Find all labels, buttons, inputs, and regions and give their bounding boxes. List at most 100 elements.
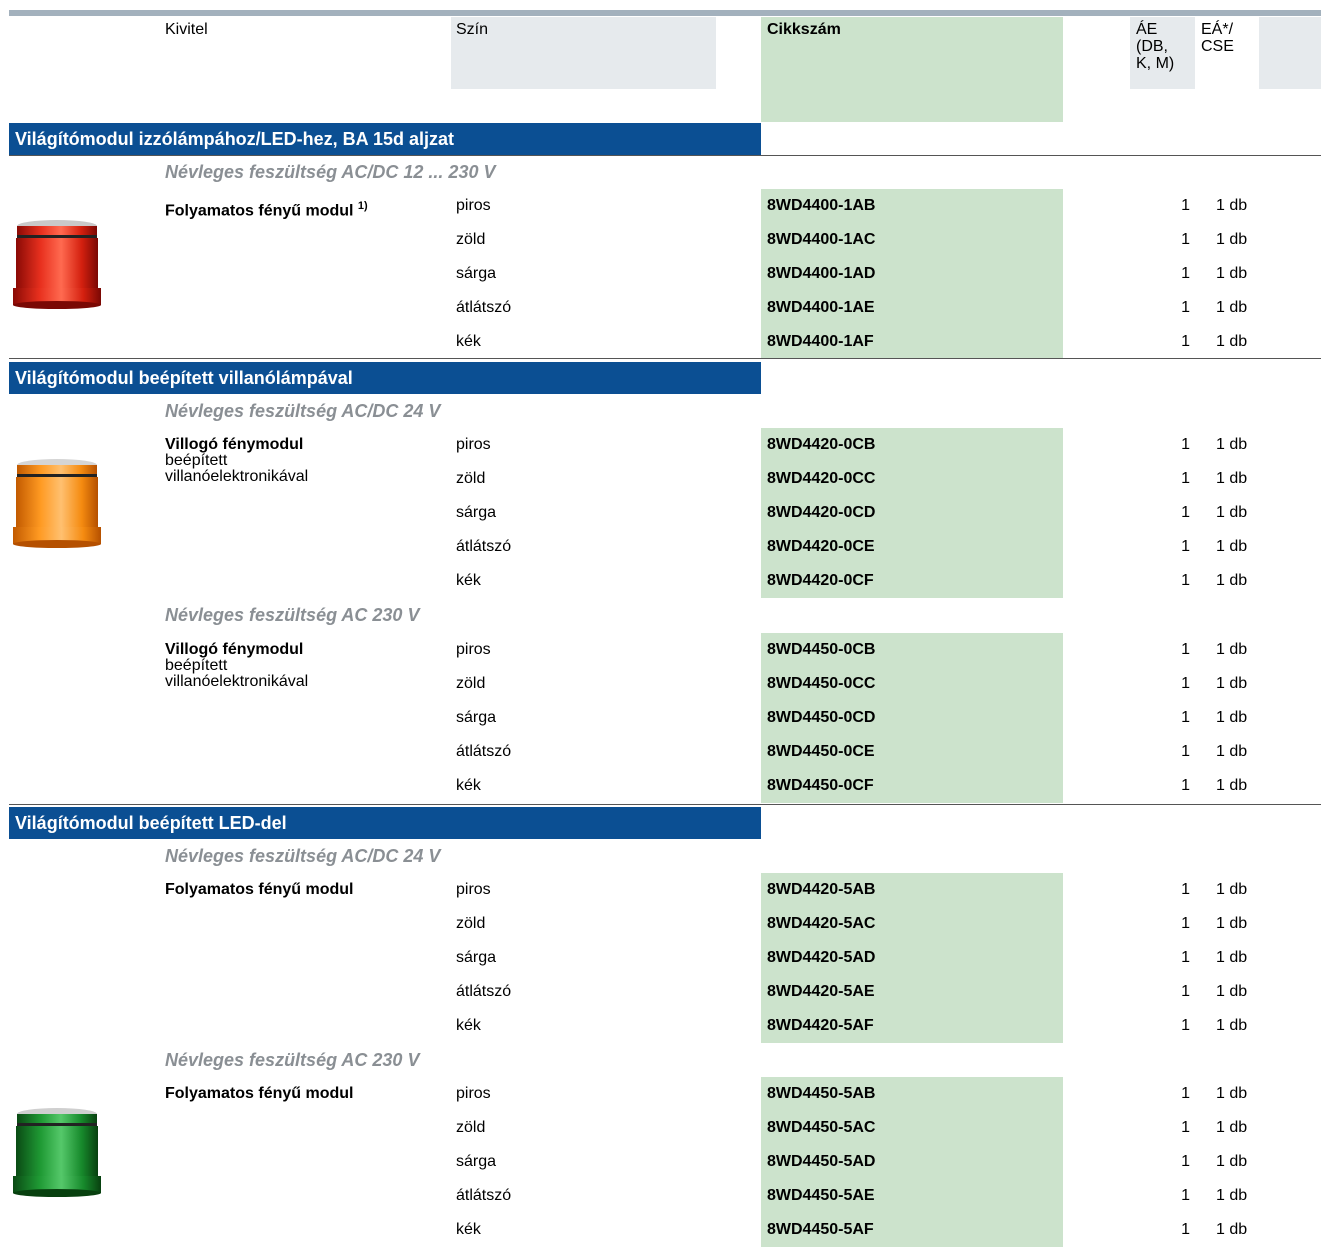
voltage-subtitle: Névleges feszültség AC 230 V [165, 605, 420, 625]
quantity-cell: 1 [1181, 538, 1190, 555]
header-ea-line1: EÁ*/ [1201, 21, 1234, 38]
unit-cell: 1 db [1216, 231, 1248, 248]
color-cell: zöld [456, 470, 486, 487]
quantity-cell: 1 [1181, 299, 1190, 316]
unit-cell: 1 db [1216, 1187, 1248, 1204]
header-szin: Szín [456, 21, 489, 38]
article-number-cell: 8WD4420-0CC [761, 462, 1063, 496]
section-divider [9, 804, 1321, 805]
article-number-cell: 8WD4450-5AF [761, 1213, 1063, 1247]
unit-cell: 1 db [1216, 1221, 1248, 1238]
unit-cell: 1 db [1216, 265, 1248, 282]
article-number-cell: 8WD4420-5AE [761, 975, 1063, 1009]
article-number-cell: 8WD4420-5AC [761, 907, 1063, 941]
voltage-subtitle: Névleges feszültség AC/DC 12 ... 230 V [165, 162, 496, 182]
table-row: piros 8WD4400-1AB 1 1 db [0, 189, 1321, 223]
color-cell: sárga [456, 504, 497, 521]
article-number-cell: 8WD4420-0CB [761, 428, 1063, 462]
table-row: piros 8WD4420-0CB 1 1 db [0, 428, 1321, 462]
color-cell: sárga [456, 949, 497, 966]
color-cell: kék [456, 1017, 481, 1034]
section-title: Világítómodul izzólámpához/LED-hez, BA 1… [9, 123, 761, 155]
quantity-cell: 1 [1181, 1119, 1190, 1136]
table-row: sárga 8WD4420-0CD 1 1 db [0, 496, 1321, 530]
section-divider [9, 155, 1321, 156]
quantity-cell: 1 [1181, 1153, 1190, 1170]
header-ae: ÁE (DB, K, M) [1136, 21, 1174, 72]
quantity-cell: 1 [1181, 777, 1190, 794]
voltage-subtitle: Névleges feszültség AC 230 V [165, 1050, 420, 1070]
unit-cell: 1 db [1216, 675, 1248, 692]
quantity-cell: 1 [1181, 675, 1190, 692]
color-cell: átlátszó [456, 743, 512, 760]
header-ae-line2: (DB, [1136, 38, 1168, 55]
table-row: átlátszó 8WD4400-1AE 1 1 db [0, 291, 1321, 325]
article-number-cell: 8WD4450-0CB [761, 633, 1063, 667]
header-ae-line3: K, M) [1136, 55, 1175, 72]
color-cell: sárga [456, 1153, 497, 1170]
article-number-cell: 8WD4450-5AB [761, 1077, 1063, 1111]
table-row: piros 8WD4420-5AB 1 1 db [0, 873, 1321, 907]
article-number-cell: 8WD4450-5AD [761, 1145, 1063, 1179]
quantity-cell: 1 [1181, 743, 1190, 760]
article-number-cell: 8WD4420-5AD [761, 941, 1063, 975]
unit-cell: 1 db [1216, 436, 1248, 453]
quantity-cell: 1 [1181, 949, 1190, 966]
unit-cell: 1 db [1216, 1085, 1248, 1102]
quantity-cell: 1 [1181, 983, 1190, 1000]
unit-cell: 1 db [1216, 915, 1248, 932]
table-row: zöld 8WD4450-5AC 1 1 db [0, 1111, 1321, 1145]
unit-cell: 1 db [1216, 333, 1248, 350]
quantity-cell: 1 [1181, 504, 1190, 521]
quantity-cell: 1 [1181, 572, 1190, 589]
unit-cell: 1 db [1216, 1119, 1248, 1136]
color-cell: zöld [456, 675, 486, 692]
table-row: sárga 8WD4400-1AD 1 1 db [0, 257, 1321, 291]
unit-cell: 1 db [1216, 983, 1248, 1000]
quantity-cell: 1 [1181, 709, 1190, 726]
article-number-cell: 8WD4400-1AE [761, 291, 1063, 325]
article-number-cell: 8WD4450-0CF [761, 769, 1063, 803]
color-cell: átlátszó [456, 1187, 512, 1204]
quantity-cell: 1 [1181, 197, 1190, 214]
article-number-cell: 8WD4420-0CD [761, 496, 1063, 530]
unit-cell: 1 db [1216, 641, 1248, 658]
unit-cell: 1 db [1216, 743, 1248, 760]
article-number-cell: 8WD4450-0CC [761, 667, 1063, 701]
header-ea-line2: CSE [1201, 38, 1234, 55]
unit-cell: 1 db [1216, 949, 1248, 966]
color-cell: kék [456, 572, 481, 589]
table-row: piros 8WD4450-0CB 1 1 db [0, 633, 1321, 667]
unit-cell: 1 db [1216, 538, 1248, 555]
quantity-cell: 1 [1181, 915, 1190, 932]
header-ae-line1: ÁE [1136, 21, 1158, 38]
color-cell: átlátszó [456, 299, 512, 316]
color-cell: zöld [456, 1119, 486, 1136]
table-row: sárga 8WD4450-0CD 1 1 db [0, 701, 1321, 735]
table-row: zöld 8WD4420-0CC 1 1 db [0, 462, 1321, 496]
table-row: zöld 8WD4420-5AC 1 1 db [0, 907, 1321, 941]
unit-cell: 1 db [1216, 470, 1248, 487]
unit-cell: 1 db [1216, 572, 1248, 589]
quantity-cell: 1 [1181, 1085, 1190, 1102]
article-number-cell: 8WD4420-5AF [761, 1009, 1063, 1043]
table-row: kék 8WD4400-1AF 1 1 db [0, 325, 1321, 359]
table-row: kék 8WD4420-5AF 1 1 db [0, 1009, 1321, 1043]
unit-cell: 1 db [1216, 504, 1248, 521]
unit-cell: 1 db [1216, 881, 1248, 898]
quantity-cell: 1 [1181, 1187, 1190, 1204]
unit-cell: 1 db [1216, 1017, 1248, 1034]
table-row: zöld 8WD4450-0CC 1 1 db [0, 667, 1321, 701]
quantity-cell: 1 [1181, 1221, 1190, 1238]
article-number-cell: 8WD4400-1AD [761, 257, 1063, 291]
table-row: sárga 8WD4450-5AD 1 1 db [0, 1145, 1321, 1179]
quantity-cell: 1 [1181, 470, 1190, 487]
color-cell: piros [456, 197, 491, 214]
color-cell: zöld [456, 231, 486, 248]
color-cell: átlátszó [456, 983, 512, 1000]
quantity-cell: 1 [1181, 1017, 1190, 1034]
color-cell: kék [456, 333, 481, 350]
table-row: átlátszó 8WD4450-0CE 1 1 db [0, 735, 1321, 769]
table-row: átlátszó 8WD4420-5AE 1 1 db [0, 975, 1321, 1009]
color-cell: kék [456, 1221, 481, 1238]
